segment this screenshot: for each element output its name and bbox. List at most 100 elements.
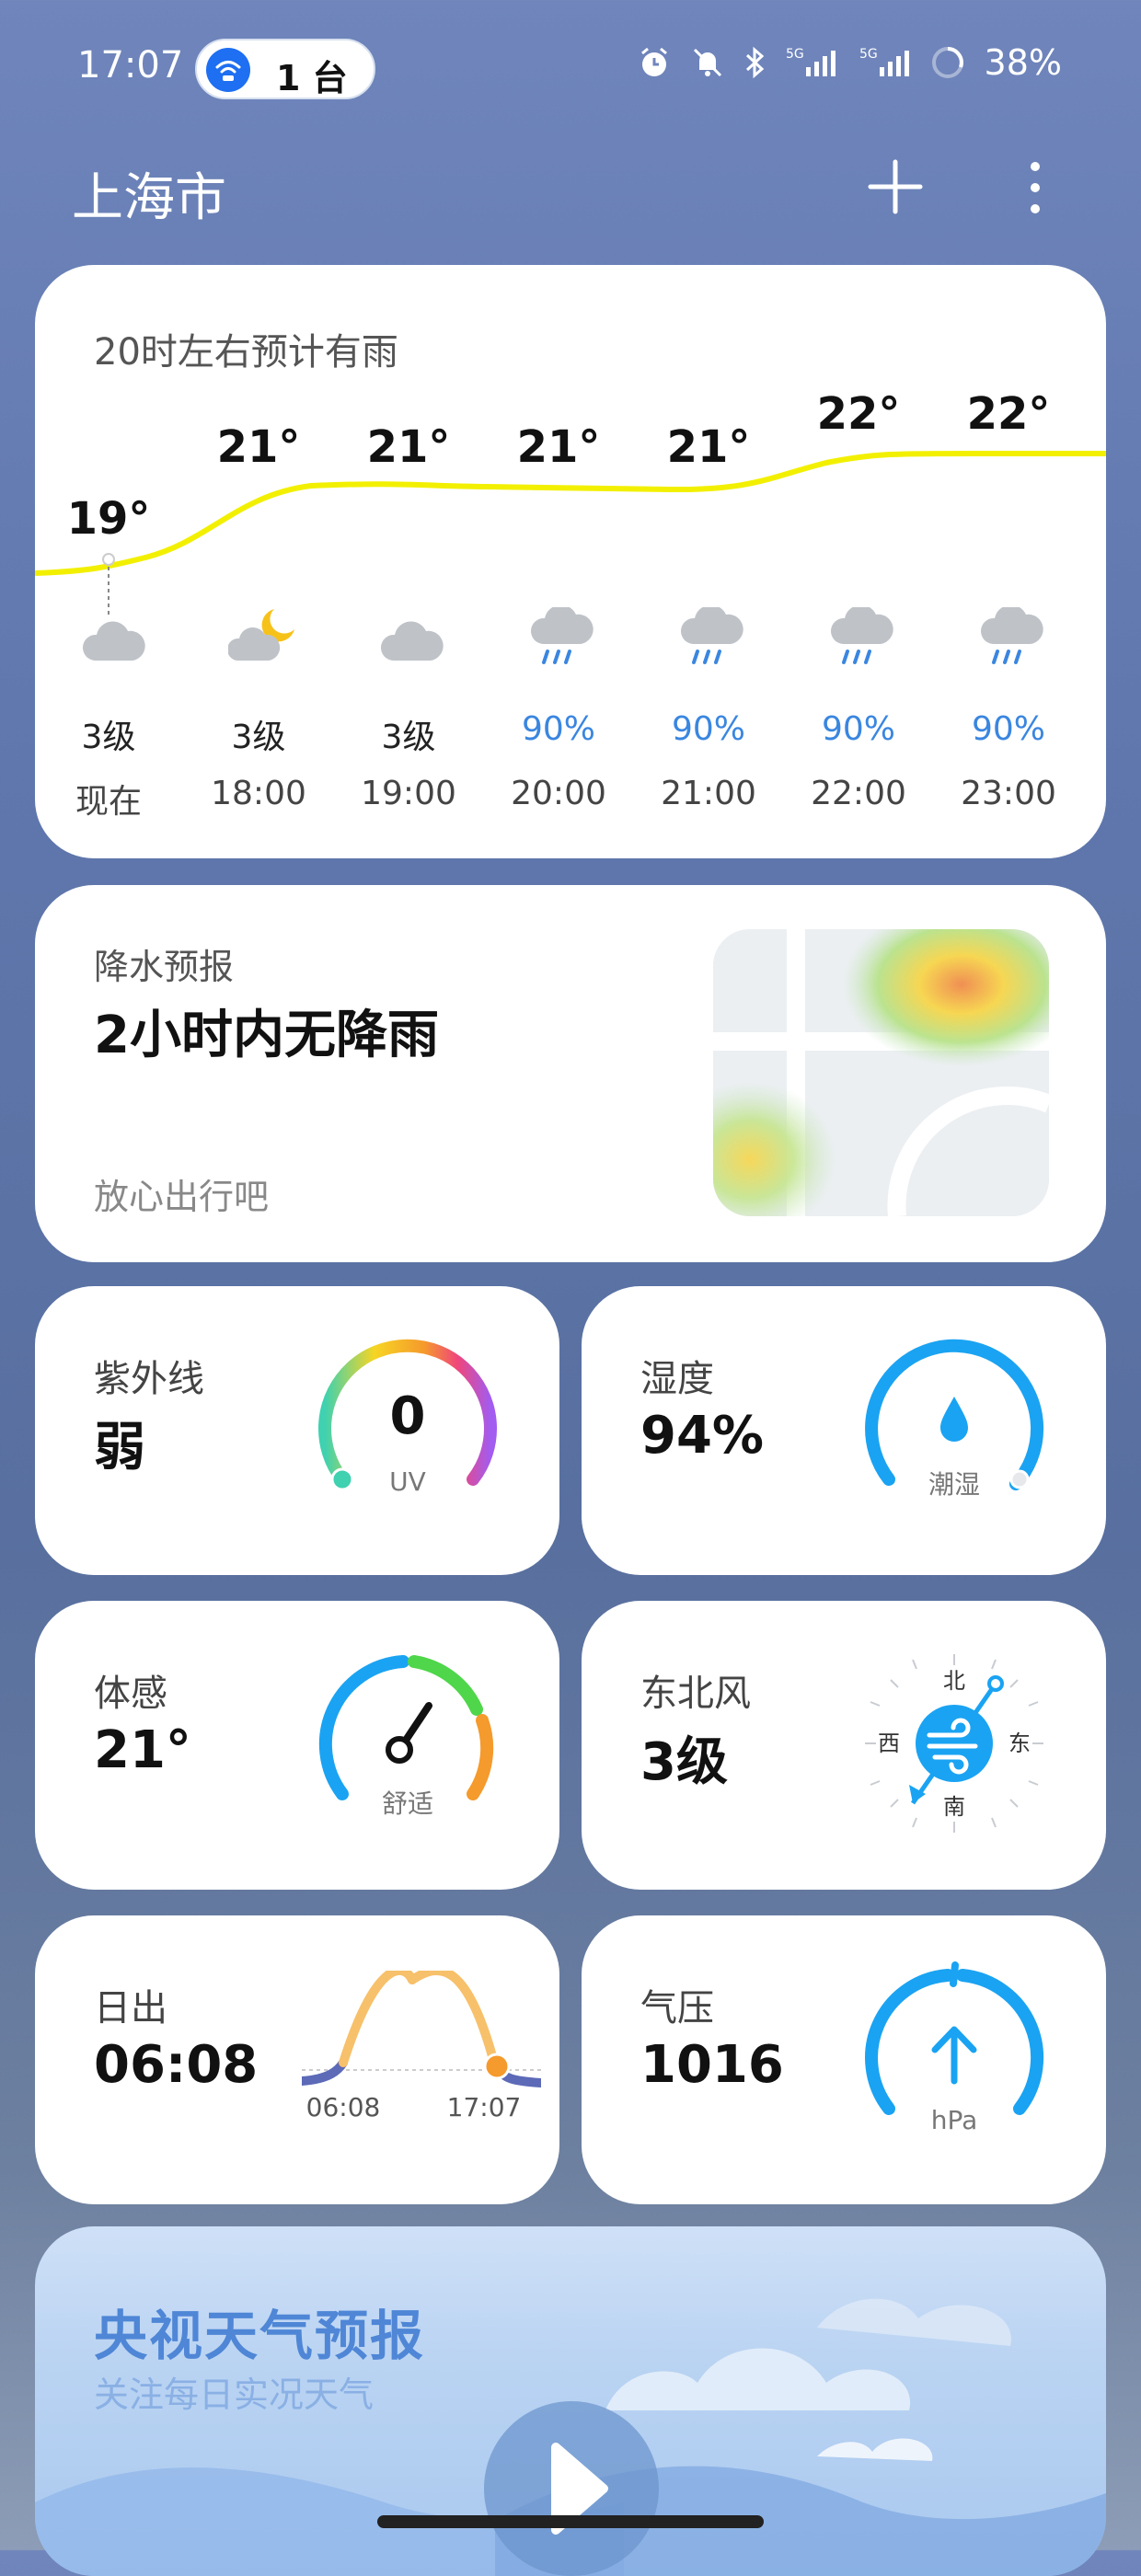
precip-radar-map[interactable]: [713, 929, 1049, 1216]
hour-time: 23:00: [961, 775, 1056, 812]
sunrise-label: 日出: [94, 1987, 167, 2030]
add-city-button[interactable]: [863, 155, 928, 219]
pressure-gauge: hPa: [858, 1961, 1051, 2155]
compass-south: 南: [943, 1794, 965, 1820]
rain-probability: 90%: [671, 710, 745, 748]
rain-probability: 90%: [821, 710, 895, 748]
hour-temp: 21°: [366, 421, 451, 473]
wifi-icon: [206, 48, 250, 92]
more-menu-button[interactable]: [1008, 155, 1063, 219]
hour-temp: 21°: [516, 421, 601, 473]
plus-icon: [868, 159, 923, 214]
city-name[interactable]: 上海市: [72, 156, 226, 231]
comfort-gauge: 舒适: [311, 1647, 504, 1840]
hour-time: 20:00: [511, 775, 606, 812]
status-bar: 17:07 1 台 5G 5G 38%: [0, 0, 1141, 138]
hour-time: 22:00: [811, 775, 906, 812]
humidity-label: 湿度: [640, 1358, 714, 1400]
water-drop-icon: [940, 1397, 968, 1442]
signal-5g-icon: 5G: [786, 45, 837, 80]
svg-text:5G: 5G: [859, 47, 878, 62]
tv-title: 央视天气预报: [94, 2305, 426, 2367]
status-icons: 5G 5G 38%: [637, 42, 1062, 83]
comfort-gauge-text: 舒适: [382, 1788, 433, 1819]
hour-temp: 21°: [216, 421, 301, 473]
wind-level: 3级: [81, 719, 136, 756]
bluetooth-icon: [743, 45, 767, 80]
hour-column: 22°: [785, 388, 932, 440]
wind-card[interactable]: 东北风 3级 北 南 西 东: [582, 1601, 1106, 1890]
uv-gauge-value: 0: [390, 1386, 426, 1446]
compass-west: 西: [878, 1731, 900, 1756]
rain-cloud-icon: [529, 604, 594, 675]
hour-time: 现在: [75, 783, 142, 821]
uv-label: 紫外线: [94, 1358, 204, 1400]
hour-temp: 19°: [66, 493, 151, 545]
humidity-gauge: 潮湿: [858, 1332, 1051, 1525]
feels-like-card[interactable]: 体感 21° 舒适: [35, 1601, 559, 1890]
home-indicator[interactable]: [377, 2515, 764, 2528]
wind-value: 3级: [640, 1732, 728, 1792]
hour-temp: 21°: [666, 421, 751, 473]
precip-value: 2小时内无降雨: [94, 1006, 439, 1065]
hour-time: 18:00: [211, 775, 306, 812]
moon-cloud-icon: [226, 605, 298, 670]
hourly-forecast-card[interactable]: 20时左右预计有雨 19° 21° 21° 21° 21° 22° 22° 3级…: [35, 265, 1106, 858]
app-header: 上海市: [0, 147, 1141, 230]
status-time: 17:07: [77, 44, 184, 86]
svg-text:5G: 5G: [786, 47, 804, 62]
compass-east: 东: [1008, 1731, 1031, 1756]
device-connect-pill[interactable]: 1 台: [195, 39, 375, 99]
precip-label: 降水预报: [94, 947, 235, 987]
uv-gauge-unit: UV: [389, 1466, 426, 1497]
sunrise-card[interactable]: 日出 06:08 06:08 17:07: [35, 1915, 559, 2204]
more-vertical-icon: [1031, 162, 1040, 213]
alarm-icon: [637, 45, 672, 80]
temperature-curve: [35, 451, 1106, 616]
cloud-icon: [81, 615, 145, 670]
hour-column: 21°: [185, 421, 332, 473]
tv-subtitle: 关注每日实况天气: [94, 2375, 375, 2415]
rain-probability: 90%: [521, 710, 595, 748]
uv-gauge: 0 UV: [311, 1332, 504, 1525]
compass-north: 北: [943, 1668, 965, 1694]
wind-level: 3级: [231, 719, 286, 756]
precip-note: 放心出行吧: [94, 1177, 270, 1217]
pressure-label: 气压: [640, 1987, 714, 2030]
sunset-time: 17:07: [447, 2092, 522, 2122]
mute-bell-icon: [690, 45, 725, 80]
signal-5g-icon: 5G: [856, 45, 911, 80]
rain-cloud-icon: [829, 604, 893, 675]
humidity-gauge-text: 潮湿: [928, 1469, 980, 1500]
hour-column: 21°: [485, 421, 632, 473]
hour-column: 21°: [335, 421, 482, 473]
feels-label: 体感: [94, 1673, 167, 1715]
battery-ring-icon: [929, 44, 966, 81]
uv-card[interactable]: 紫外线 弱 0 UV: [35, 1286, 559, 1575]
cloud-icon: [379, 615, 444, 670]
hour-temp: 22°: [816, 388, 901, 440]
hour-time: 21:00: [661, 775, 756, 812]
rain-cloud-icon: [679, 604, 743, 675]
hour-temp: 22°: [966, 388, 1051, 440]
battery-percent: 38%: [984, 42, 1062, 83]
feels-value: 21°: [94, 1720, 191, 1780]
sunrise-time: 06:08: [306, 2092, 381, 2122]
sun-arc-graphic: 06:08 17:07: [297, 1965, 546, 2173]
pressure-card[interactable]: 气压 1016 hPa: [582, 1915, 1106, 2204]
hour-time: 19:00: [361, 775, 456, 812]
sunrise-value: 06:08: [94, 2035, 259, 2095]
arrow-up-icon: [931, 2026, 977, 2085]
hour-column: 22°: [935, 388, 1082, 440]
wind-level: 3级: [381, 719, 436, 756]
device-count: 1 台: [276, 58, 348, 98]
humidity-card[interactable]: 湿度 94% 潮湿: [582, 1286, 1106, 1575]
pressure-unit: hPa: [931, 2105, 978, 2135]
rain-probability: 90%: [971, 710, 1045, 748]
wind-label: 东北风: [640, 1673, 751, 1715]
wind-compass: 北 南 西 东: [858, 1647, 1051, 1840]
pressure-value: 1016: [640, 2035, 784, 2095]
precipitation-card[interactable]: 降水预报 2小时内无降雨 放心出行吧: [35, 885, 1106, 1262]
hour-column: 19°: [35, 493, 182, 545]
hour-column: 21°: [635, 421, 782, 473]
